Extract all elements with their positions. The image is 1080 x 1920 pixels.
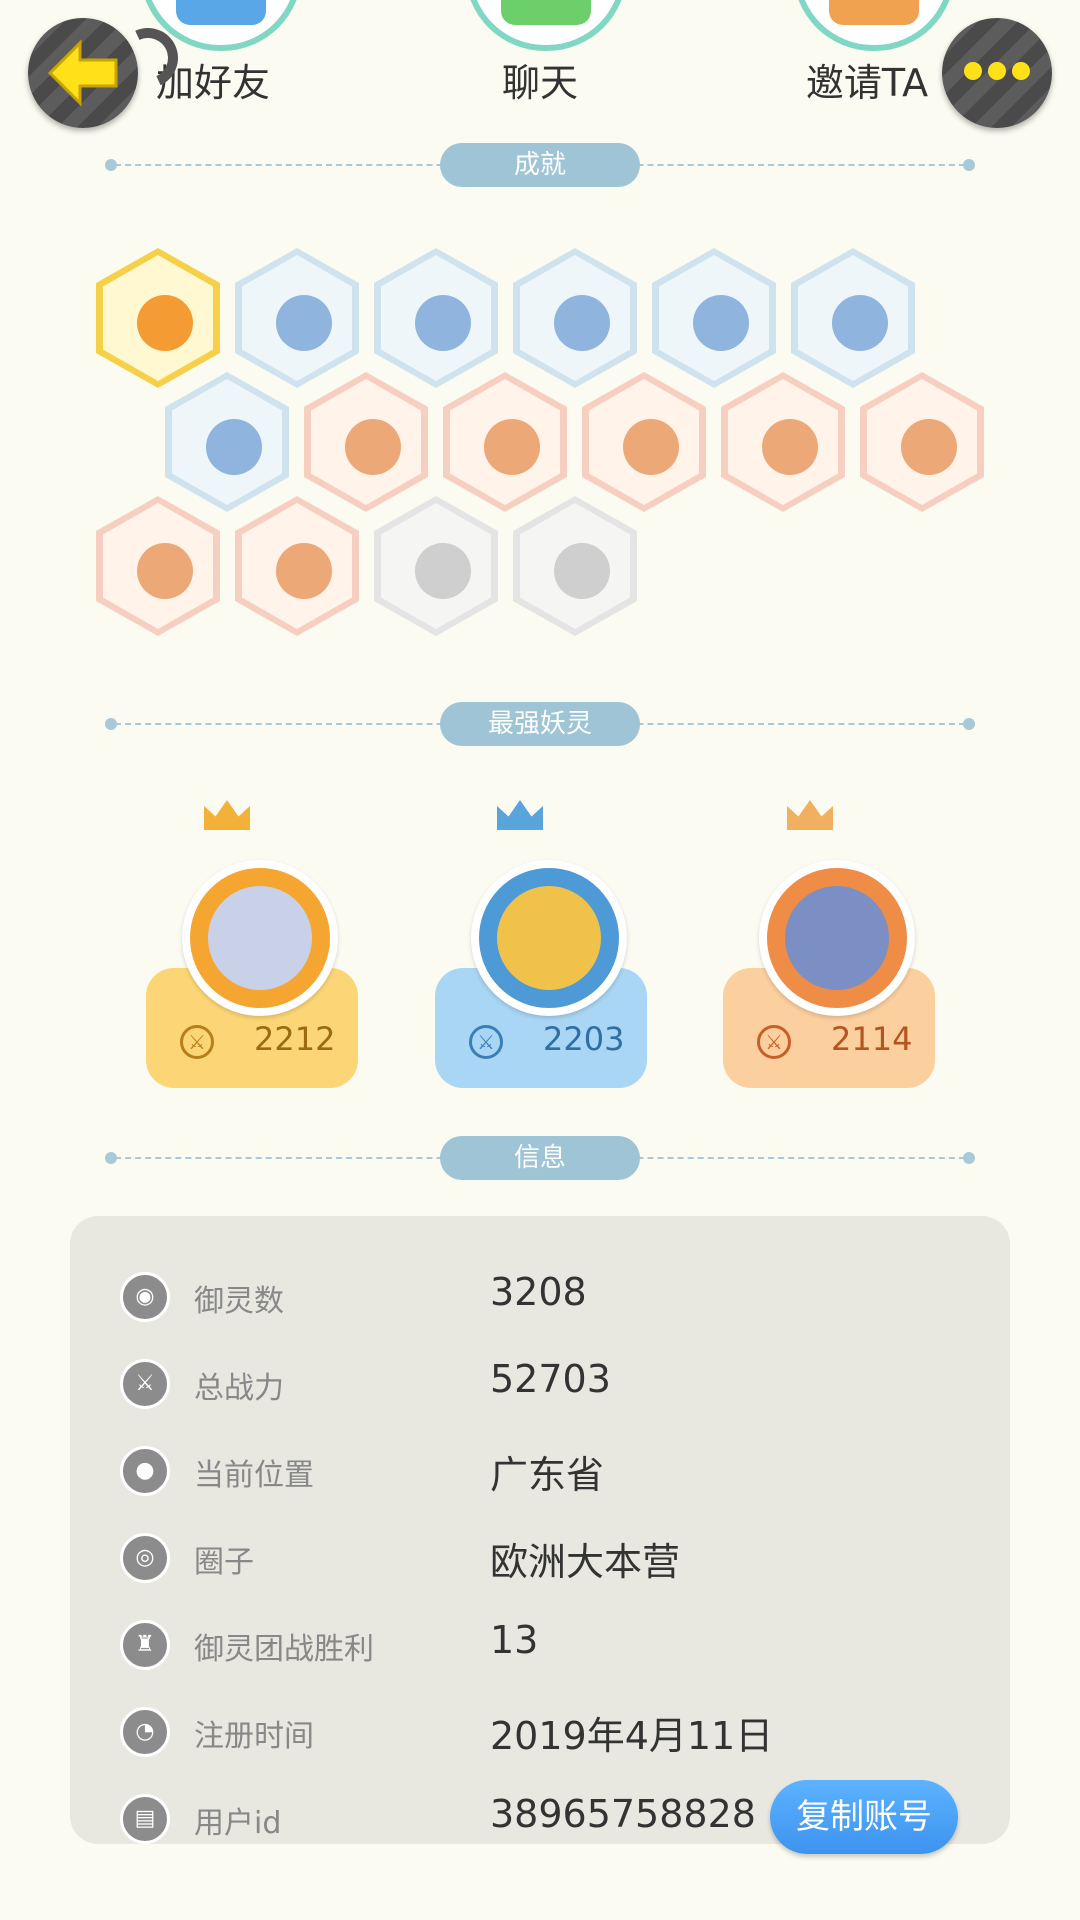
clock-icon: ◔ — [120, 1707, 170, 1757]
spirit-count-icon: ◉ — [120, 1272, 170, 1322]
achievement-emblem-icon — [137, 295, 193, 351]
achievement-badge[interactable] — [721, 372, 845, 512]
circle-target-icon: ◎ — [120, 1533, 170, 1583]
achievement-emblem-icon — [415, 295, 471, 351]
achievement-emblem-icon — [276, 295, 332, 351]
info-row-spirit-count: ◉ 御灵数 3208 — [70, 1260, 1010, 1340]
info-label: 用户id — [194, 1806, 282, 1841]
achievement-badge[interactable] — [304, 372, 428, 512]
info-label: 圈子 — [194, 1545, 254, 1580]
achievement-badge[interactable] — [582, 372, 706, 512]
achievement-badge[interactable] — [513, 496, 637, 636]
achievement-emblem-icon — [554, 543, 610, 599]
achievement-badge[interactable] — [374, 496, 498, 636]
info-label: 当前位置 — [194, 1458, 314, 1493]
strongest-spirits-header: 最强妖灵 — [105, 702, 975, 746]
achievement-emblem-icon — [554, 295, 610, 351]
spirit-power-value: 2212 — [254, 1020, 336, 1058]
achievement-emblem-icon — [137, 543, 193, 599]
achievement-badge[interactable] — [791, 248, 915, 388]
more-button[interactable] — [942, 18, 1052, 128]
achievement-badge[interactable] — [513, 248, 637, 388]
achievement-emblem-icon — [415, 543, 471, 599]
info-value: 3208 — [490, 1270, 587, 1314]
info-label: 总战力 — [194, 1371, 284, 1406]
spirit-power-value: 2203 — [543, 1020, 625, 1058]
info-row-register-time: ◔ 注册时间 2019年4月11日 — [70, 1695, 1010, 1775]
info-label: 御灵数 — [194, 1284, 284, 1319]
info-panel: ◉ 御灵数 3208 ⚔ 总战力 52703 ● 当前位置 广东省 ◎ 圈子 欧… — [70, 1216, 1010, 1854]
achievement-badge[interactable] — [235, 248, 359, 388]
achievement-badge[interactable] — [96, 248, 220, 388]
info-header: 信息 — [105, 1136, 975, 1180]
achievement-badge[interactable] — [165, 372, 289, 512]
info-row-location: ● 当前位置 广东省 — [70, 1434, 1010, 1514]
trophy-icon: ♜ — [120, 1620, 170, 1670]
invite-avatar[interactable] — [793, 0, 955, 51]
spirit-card-1[interactable]: ⚔ 2212 — [146, 800, 358, 1090]
info-value: 52703 — [490, 1357, 611, 1401]
chat-avatar[interactable] — [465, 0, 627, 51]
info-row-user-id: ▤ 用户id 38965758828 复制账号 — [70, 1780, 1010, 1862]
chat-button[interactable]: 聊天 — [410, 52, 670, 107]
achievement-emblem-icon — [762, 419, 818, 475]
achievement-emblem-icon — [484, 419, 540, 475]
achievements-header: 成就 — [105, 143, 975, 187]
spirit-card-3[interactable]: ⚔ 2114 — [723, 800, 935, 1090]
achievement-emblem-icon — [623, 419, 679, 475]
achievement-badge[interactable] — [860, 372, 984, 512]
info-label: 注册时间 — [194, 1719, 314, 1754]
info-label: 御灵团战胜利 — [194, 1632, 374, 1667]
info-value: 欧洲大本营 — [490, 1540, 681, 1584]
location-pin-icon: ● — [120, 1446, 170, 1496]
user-id-value: 38965758828 — [490, 1792, 756, 1836]
more-dots-icon — [964, 62, 1030, 84]
achievement-badge[interactable] — [96, 496, 220, 636]
spirit-avatar — [759, 860, 915, 1016]
crown-icon — [204, 800, 250, 830]
spirit-avatar — [471, 860, 627, 1016]
crown-icon — [787, 800, 833, 830]
achievement-emblem-icon — [206, 419, 262, 475]
info-row-total-power: ⚔ 总战力 52703 — [70, 1347, 1010, 1427]
info-row-circle: ◎ 圈子 欧洲大本营 — [70, 1521, 1010, 1601]
copy-account-button[interactable]: 复制账号 — [770, 1780, 958, 1854]
achievement-badge[interactable] — [235, 496, 359, 636]
info-value: 13 — [490, 1618, 539, 1662]
achievement-badge[interactable] — [443, 372, 567, 512]
achievement-emblem-icon — [693, 295, 749, 351]
info-row-team-wins: ♜ 御灵团战胜利 13 — [70, 1608, 1010, 1688]
info-value: 2019年4月11日 — [490, 1714, 774, 1758]
achievement-badge[interactable] — [652, 248, 776, 388]
sword-icon: ⚔ — [469, 1025, 503, 1059]
achievement-emblem-icon — [901, 419, 957, 475]
achievement-emblem-icon — [276, 543, 332, 599]
crown-icon — [497, 800, 543, 830]
sword-icon: ⚔ — [180, 1025, 214, 1059]
sword-icon: ⚔ — [757, 1025, 791, 1059]
info-value: 广东省 — [490, 1453, 605, 1497]
achievement-badge[interactable] — [374, 248, 498, 388]
power-icon: ⚔ — [120, 1359, 170, 1409]
strongest-spirits-title: 最强妖灵 — [440, 702, 640, 746]
achievement-emblem-icon — [345, 419, 401, 475]
spirit-power-value: 2114 — [831, 1020, 913, 1058]
info-title: 信息 — [440, 1136, 640, 1180]
achievements-title: 成就 — [440, 143, 640, 187]
spirit-card-2[interactable]: ⚔ 2203 — [435, 800, 647, 1090]
id-card-icon: ▤ — [120, 1794, 170, 1844]
spirit-avatar — [182, 860, 338, 1016]
achievement-emblem-icon — [832, 295, 888, 351]
